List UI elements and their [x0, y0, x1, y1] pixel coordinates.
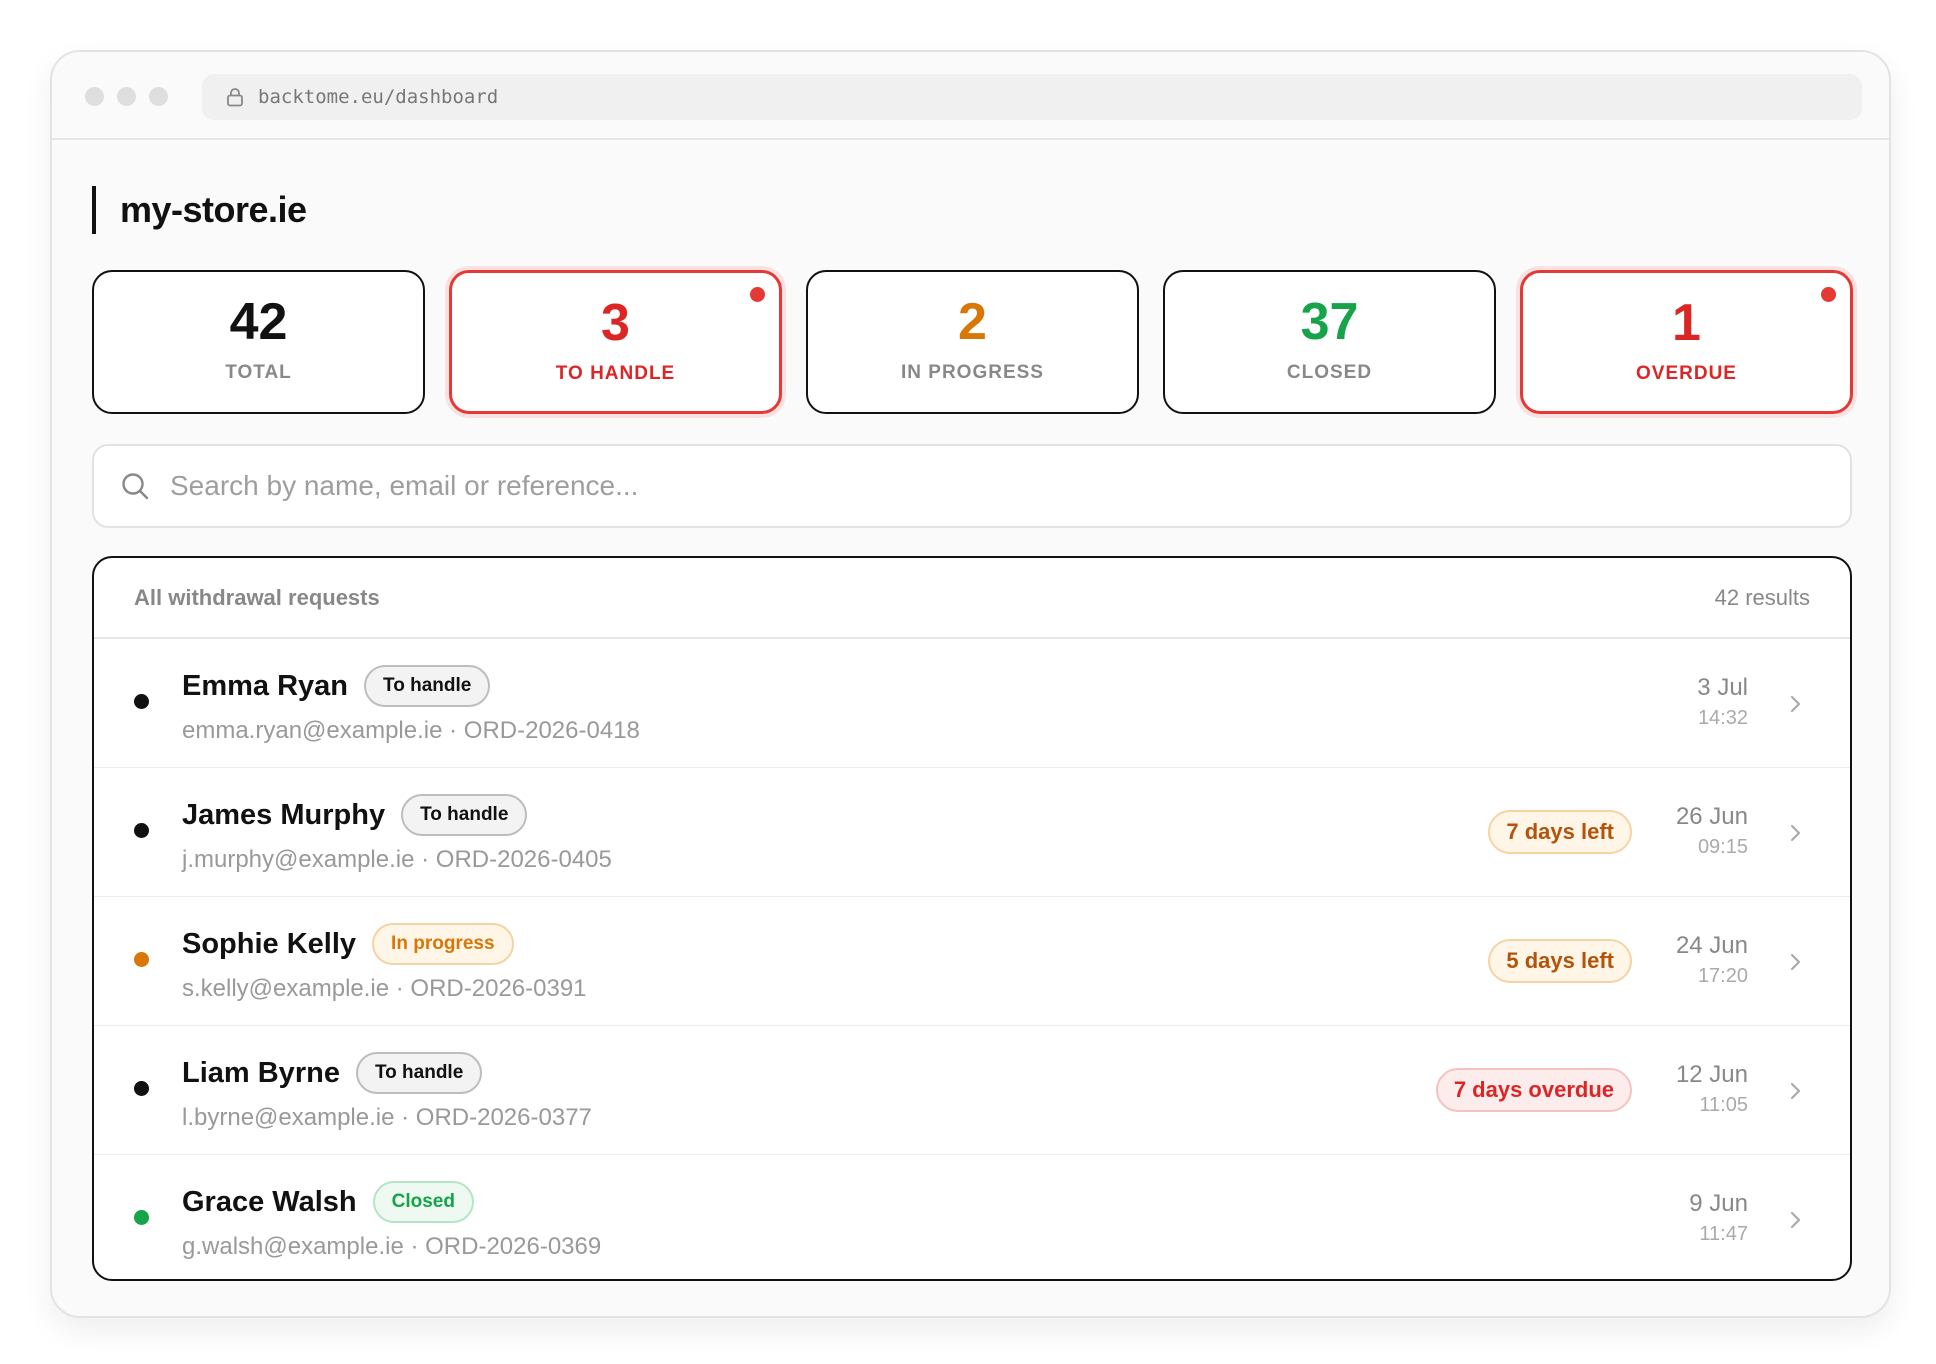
chevron-right-icon[interactable] [1784, 691, 1806, 717]
page-title: my-store.ie [92, 186, 307, 234]
customer-details: j.murphy@example.ie · ORD-2026-0405 [182, 846, 612, 873]
date-time: 09:15 [1697, 836, 1748, 858]
deadline-badge: 5 days left [1488, 939, 1632, 983]
status-badge: In progress [372, 923, 514, 965]
customer-details: l.byrne@example.ie · ORD-2026-0377 [182, 1104, 592, 1131]
url-text: backtome.eu/dashboard [258, 86, 499, 108]
list-item[interactable]: Sophie Kelly In progress s.kelly@example… [94, 897, 1850, 1026]
status-dot [134, 952, 149, 967]
customer-name: Sophie Kelly [182, 927, 357, 960]
name-line: Sophie Kelly In progress [182, 923, 514, 965]
stat-label: TOTAL [225, 362, 292, 383]
request-date: 3 Jul 14:32 [1697, 673, 1748, 733]
stat-value: 2 [958, 293, 987, 351]
status-badge: To handle [355, 1052, 483, 1094]
window-close-dot[interactable] [85, 87, 104, 106]
search-input[interactable] [170, 470, 1770, 502]
status-dot [134, 1081, 149, 1096]
date-day: 9 Jun [1689, 1190, 1748, 1217]
stat-label: TO HANDLE [555, 363, 676, 384]
stat-value: 37 [1300, 293, 1359, 351]
list-item[interactable]: Grace Walsh Closed g.walsh@example.ie · … [94, 1155, 1850, 1279]
request-date: 26 Jun 09:15 [1676, 802, 1748, 862]
stats-row: 42 TOTAL 3 TO HANDLE 2 IN PROGRESS 37 CL… [92, 270, 1853, 414]
requests-panel: All withdrawal requests 42 results Emma … [92, 556, 1852, 1281]
chevron-right-icon[interactable] [1784, 949, 1806, 975]
date-day: 12 Jun [1675, 1061, 1748, 1088]
date-day: 3 Jul [1697, 674, 1748, 701]
name-line: James Murphy To handle [182, 794, 528, 836]
stat-card-total[interactable]: 42 TOTAL [92, 270, 425, 414]
stat-label: CLOSED [1286, 362, 1373, 383]
stat-value: 42 [229, 293, 288, 351]
status-badge: Closed [372, 1181, 474, 1223]
name-line: Grace Walsh Closed [182, 1181, 474, 1223]
chevron-right-icon[interactable] [1784, 1078, 1806, 1104]
status-badge: To handle [401, 794, 528, 836]
list-item[interactable]: James Murphy To handle j.murphy@example.… [94, 768, 1850, 897]
list-item[interactable]: Emma Ryan To handle emma.ryan@example.ie… [94, 639, 1850, 768]
status-dot [134, 694, 149, 709]
status-dot [134, 823, 149, 838]
date-day: 26 Jun [1675, 803, 1748, 830]
window-minimize-dot[interactable] [117, 87, 136, 106]
name-line: Liam Byrne To handle [182, 1052, 483, 1094]
stat-card-overdue[interactable]: 1 OVERDUE [1520, 270, 1853, 414]
lock-icon [226, 86, 246, 108]
customer-name: Grace Walsh [182, 1185, 357, 1218]
stat-card-to-handle[interactable]: 3 TO HANDLE [449, 270, 782, 414]
alert-dot-icon [1821, 287, 1836, 302]
date-time: 14:32 [1697, 707, 1748, 729]
alert-dot-icon [750, 287, 765, 302]
date-time: 11:05 [1699, 1094, 1748, 1116]
chevron-right-icon[interactable] [1784, 820, 1806, 846]
status-dot [134, 1210, 149, 1225]
request-date: 12 Jun 11:05 [1676, 1060, 1748, 1120]
stat-label: OVERDUE [1636, 363, 1737, 384]
browser-titlebar: backtome.eu/dashboard [52, 52, 1889, 140]
stat-value: 3 [601, 294, 630, 352]
stat-value: 1 [1672, 294, 1701, 352]
chevron-right-icon[interactable] [1784, 1207, 1806, 1233]
results-count: 42 results [1714, 584, 1810, 610]
stat-label: IN PROGRESS [901, 362, 1044, 383]
address-bar[interactable]: backtome.eu/dashboard [202, 74, 1862, 120]
search-icon [122, 473, 149, 500]
deadline-badge: 7 days left [1488, 810, 1632, 854]
date-time: 17:20 [1697, 965, 1748, 987]
date-day: 24 Jun [1675, 932, 1748, 959]
panel-header: All withdrawal requests 42 results [94, 558, 1850, 639]
customer-name: Emma Ryan [182, 669, 349, 702]
request-date: 24 Jun 17:20 [1676, 931, 1748, 991]
stat-card-in-progress[interactable]: 2 IN PROGRESS [806, 270, 1139, 414]
customer-details: g.walsh@example.ie · ORD-2026-0369 [182, 1233, 602, 1260]
customer-name: Liam Byrne [182, 1056, 340, 1089]
customer-details: emma.ryan@example.ie · ORD-2026-0418 [182, 717, 640, 744]
request-date: 9 Jun 11:47 [1689, 1189, 1748, 1249]
window-maximize-dot[interactable] [149, 87, 168, 106]
panel-title: All withdrawal requests [134, 584, 380, 610]
deadline-badge: 7 days overdue [1435, 1068, 1632, 1112]
list-item[interactable]: Liam Byrne To handle l.byrne@example.ie … [94, 1026, 1850, 1155]
status-badge: To handle [364, 665, 491, 707]
name-line: Emma Ryan To handle [182, 665, 491, 707]
customer-details: s.kelly@example.ie · ORD-2026-0391 [182, 975, 587, 1002]
date-time: 11:47 [1699, 1223, 1748, 1245]
stat-card-closed[interactable]: 37 CLOSED [1163, 270, 1496, 414]
customer-name: James Murphy [182, 798, 386, 831]
search-box [92, 444, 1852, 528]
browser-window: backtome.eu/dashboard my-store.ie 42 TOT… [50, 50, 1891, 1318]
